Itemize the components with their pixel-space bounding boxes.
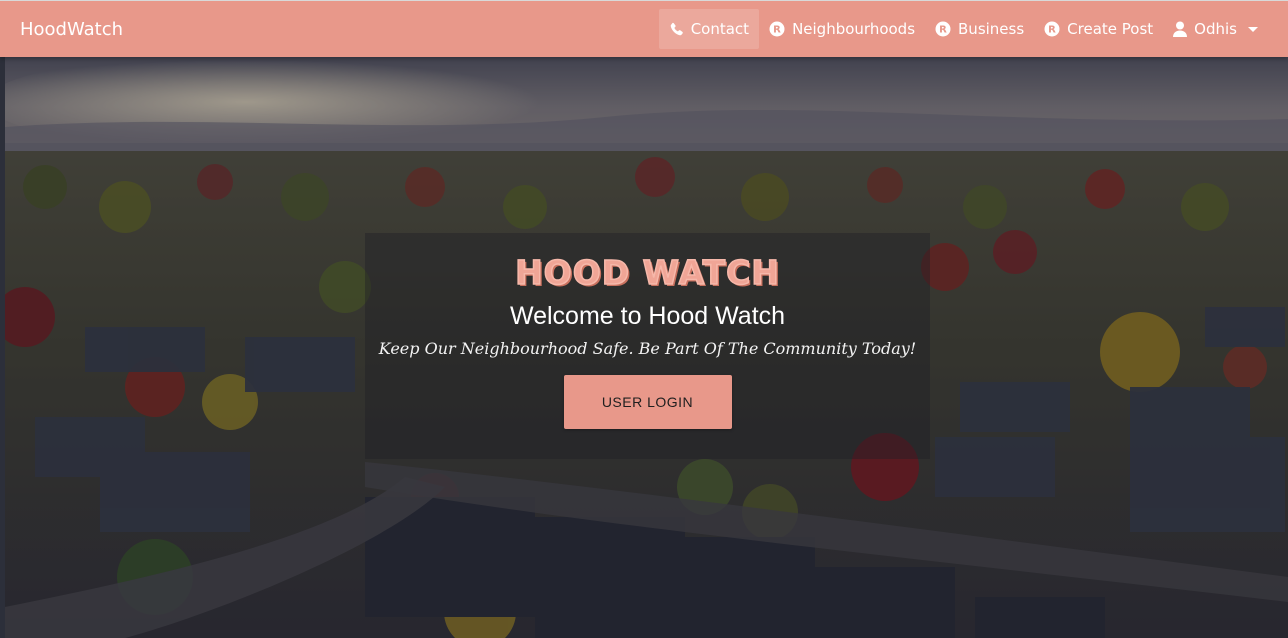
nav-contact-label: Contact [690, 20, 750, 38]
user-name-label: Odhis [1194, 20, 1237, 38]
nav-neighbourhoods-link[interactable]: R Neighbourhoods [759, 9, 925, 49]
nav-business-label: Business [958, 20, 1025, 38]
nav-create-post-label: Create Post [1067, 20, 1154, 38]
registered-icon: R [1044, 21, 1060, 37]
welcome-heading: Welcome to Hood Watch [509, 302, 786, 330]
nav-create-post-link[interactable]: R Create Post [1034, 9, 1163, 49]
nav-contact-link[interactable]: Contact [658, 9, 760, 49]
registered-icon: R [769, 21, 785, 37]
svg-text:R: R [1048, 25, 1056, 36]
brand-logo-link[interactable]: HoodWatch [20, 19, 123, 40]
user-menu-dropdown[interactable]: Odhis [1163, 9, 1268, 49]
top-navbar: HoodWatch Contact R Neighbourhoods R Bus… [0, 0, 1288, 57]
user-icon [1173, 21, 1188, 37]
chevron-down-icon [1248, 26, 1258, 32]
nav-neighbourhoods-label: Neighbourhoods [792, 20, 916, 38]
svg-text:R: R [939, 25, 947, 36]
registered-icon: R [935, 21, 951, 37]
user-login-button[interactable]: USER LOGIN [563, 375, 732, 429]
hero-panel: HOOD WATCH Welcome to Hood Watch Keep Ou… [365, 233, 930, 459]
hood-watch-logo-title: HOOD WATCH [514, 252, 780, 293]
svg-text:R: R [773, 25, 781, 36]
tagline-text: Keep Our Neighbourhood Safe. Be Part Of … [378, 339, 917, 358]
phone-icon [670, 22, 683, 35]
nav-links: Contact R Neighbourhoods R Business R Cr… [658, 1, 1268, 58]
nav-business-link[interactable]: R Business [925, 9, 1034, 49]
hero-section: HOOD WATCH Welcome to Hood Watch Keep Ou… [5, 57, 1288, 638]
